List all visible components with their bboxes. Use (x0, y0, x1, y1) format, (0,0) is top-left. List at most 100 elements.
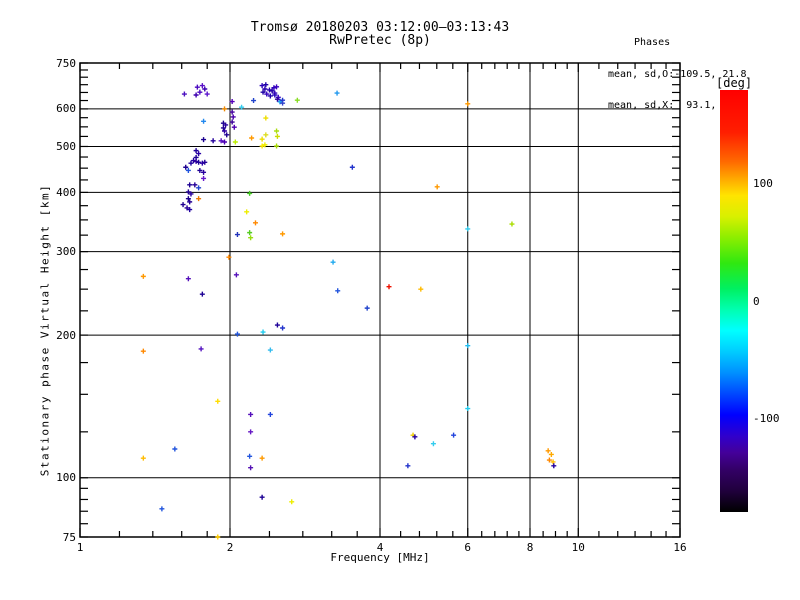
data-point (289, 499, 295, 505)
data-point (201, 137, 207, 143)
data-point (247, 230, 253, 236)
data-point (280, 325, 286, 331)
data-point (548, 451, 554, 457)
data-point (430, 441, 436, 447)
data-point (465, 406, 471, 412)
data-point (451, 432, 457, 438)
phase-stats-header: Phases (634, 37, 671, 48)
data-point (198, 346, 204, 352)
data-point (196, 196, 202, 202)
y-tick-label: 300 (56, 245, 76, 259)
data-point (259, 455, 265, 461)
data-point (274, 322, 280, 328)
x-tick-label: 10 (571, 541, 585, 554)
data-point (172, 446, 178, 452)
gridlines (80, 63, 680, 537)
data-point (280, 231, 286, 237)
data-point (215, 398, 221, 404)
data-point (180, 202, 186, 208)
data-point (267, 347, 273, 353)
y-tick-label: 100 (56, 471, 76, 485)
data-point (185, 167, 191, 173)
data-point (232, 139, 238, 145)
data-point (335, 288, 341, 294)
data-point (465, 343, 471, 349)
x-tick-label: 4 (376, 541, 384, 554)
data-point (266, 87, 272, 93)
data-point (405, 463, 411, 469)
data-point (233, 272, 239, 278)
y-tick-label: 750 (56, 56, 76, 70)
colorbar-tick-label: 0 (753, 294, 760, 308)
data-point (274, 143, 280, 149)
data-point (274, 84, 280, 90)
data-point (187, 182, 193, 188)
colorbar-tick-label: -100 (753, 411, 780, 425)
colorbar-tick-label: 100 (753, 177, 773, 191)
y-tick-label: 75 (62, 530, 76, 544)
data-point (545, 448, 551, 454)
data-point (201, 118, 207, 124)
data-point (418, 286, 424, 292)
data-point (193, 158, 199, 164)
data-point (274, 128, 280, 134)
y-tick-label: 600 (56, 102, 76, 116)
data-point (188, 160, 194, 166)
data-point (234, 232, 240, 238)
data-point (251, 98, 257, 104)
data-point (199, 291, 205, 297)
y-tick-label: 200 (56, 328, 76, 342)
data-point (248, 465, 254, 471)
data-point (196, 151, 202, 157)
ionogram-figure: Tromsø 20180203 03:12:00–03:13:43 RwPret… (0, 0, 800, 600)
data-point (263, 82, 269, 88)
data-point (201, 175, 207, 181)
data-point (248, 429, 254, 435)
data-point (222, 106, 228, 112)
data-point (263, 115, 269, 121)
data-point (193, 92, 199, 98)
data-point (140, 273, 146, 279)
x-tick-label: 6 (464, 541, 472, 554)
data-point (230, 114, 236, 120)
data-point (183, 164, 189, 170)
data-point (181, 91, 187, 97)
data-point (386, 284, 392, 290)
data-point (234, 331, 240, 337)
colorbar-title: [deg] (716, 76, 753, 90)
data-point (364, 305, 370, 311)
data-point (185, 276, 191, 282)
data-point (244, 209, 250, 215)
colorbar (720, 90, 748, 512)
data-point (330, 259, 336, 265)
data-point (249, 135, 255, 141)
data-point (192, 182, 198, 188)
data-point (196, 185, 202, 191)
data-point (434, 184, 440, 190)
data-point (248, 411, 254, 417)
data-point (194, 84, 200, 90)
data-point (248, 235, 254, 241)
data-point (159, 506, 165, 512)
data-points (140, 82, 557, 540)
data-point (259, 83, 265, 89)
data-point (140, 455, 146, 461)
data-point (465, 101, 471, 107)
data-point (252, 220, 258, 226)
data-point (274, 133, 280, 139)
data-point (294, 97, 300, 103)
x-tick-label: 2 (226, 541, 234, 554)
data-point (193, 148, 199, 154)
data-point (247, 190, 253, 196)
data-point (334, 90, 340, 96)
data-point (226, 254, 232, 260)
data-point (259, 494, 265, 500)
data-point (247, 453, 253, 459)
data-point (509, 221, 515, 227)
y-tick-label: 500 (56, 139, 76, 153)
data-point (259, 136, 265, 142)
data-point (204, 91, 210, 97)
y-tick-label: 400 (56, 185, 76, 199)
data-point (140, 348, 146, 354)
data-point (191, 158, 197, 164)
